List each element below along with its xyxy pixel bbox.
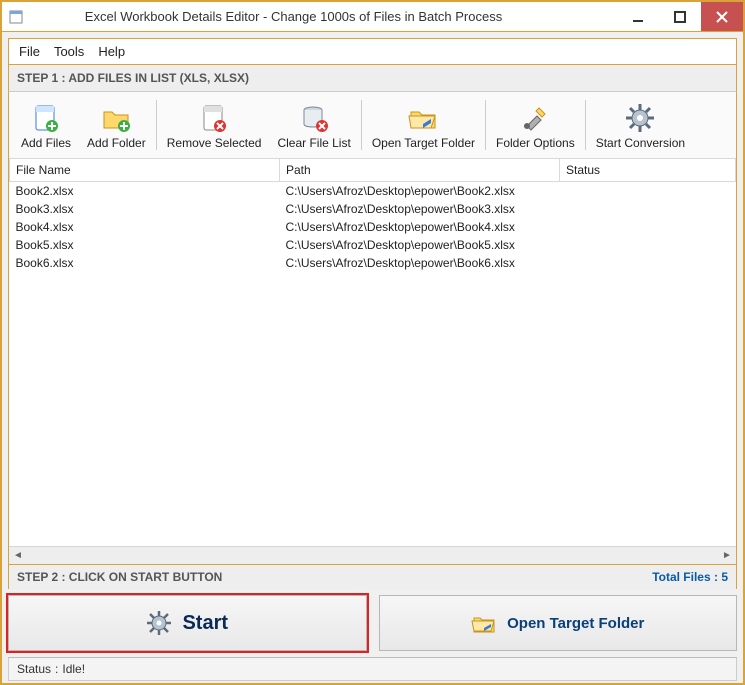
toolbar-label: Clear File List <box>277 136 350 150</box>
cell-path: C:\Users\Afroz\Desktop\epower\Book2.xlsx <box>280 182 560 201</box>
folder-open-icon <box>405 100 441 136</box>
cell-file_name: Book2.xlsx <box>10 182 280 201</box>
open-target-folder-big-button[interactable]: Open Target Folder <box>379 595 738 651</box>
cell-path: C:\Users\Afroz\Desktop\epower\Book5.xlsx <box>280 236 560 254</box>
cell-status <box>560 254 736 272</box>
clear-file-list-button[interactable]: Clear File List <box>269 96 358 154</box>
toolbar-separator <box>585 100 586 150</box>
total-files-label: Total Files : 5 <box>652 570 728 584</box>
tools-icon <box>517 100 553 136</box>
status-label: Status <box>17 662 51 676</box>
menu-help[interactable]: Help <box>98 44 125 59</box>
toolbar-label: Add Folder <box>87 136 146 150</box>
gear-icon <box>622 100 658 136</box>
table-row[interactable]: Book3.xlsxC:\Users\Afroz\Desktop\epower\… <box>10 200 736 218</box>
table-row[interactable]: Book4.xlsxC:\Users\Afroz\Desktop\epower\… <box>10 218 736 236</box>
horizontal-scrollbar[interactable]: ◄ ► <box>9 546 736 564</box>
folder-options-button[interactable]: Folder Options <box>488 96 583 154</box>
app-window: Excel Workbook Details Editor - Change 1… <box>0 0 745 685</box>
menu-tools[interactable]: Tools <box>54 44 84 59</box>
close-button[interactable] <box>701 2 743 31</box>
folder-open-icon <box>471 610 497 636</box>
minimize-button[interactable] <box>617 2 659 31</box>
cell-file_name: Book4.xlsx <box>10 218 280 236</box>
menu-file[interactable]: File <box>19 44 40 59</box>
file-grid[interactable]: File Name Path Status Book2.xlsxC:\Users… <box>9 158 736 546</box>
toolbar-label: Remove Selected <box>167 136 262 150</box>
window-title: Excel Workbook Details Editor - Change 1… <box>0 9 617 24</box>
menubar: File Tools Help <box>8 38 737 65</box>
cell-path: C:\Users\Afroz\Desktop\epower\Book6.xlsx <box>280 254 560 272</box>
clear-list-icon <box>296 100 332 136</box>
start-button[interactable]: Start <box>8 595 367 651</box>
status-value: Idle! <box>62 662 85 676</box>
start-conversion-button[interactable]: Start Conversion <box>588 96 693 154</box>
add-files-button[interactable]: Add Files <box>13 96 79 154</box>
col-file-name[interactable]: File Name <box>10 159 280 182</box>
toolbar-label: Start Conversion <box>596 136 685 150</box>
file-remove-icon <box>196 100 232 136</box>
open-target-folder-button[interactable]: Open Target Folder <box>364 96 483 154</box>
open-target-button-label: Open Target Folder <box>507 615 644 632</box>
window-controls <box>617 2 743 31</box>
table-row[interactable]: Book6.xlsxC:\Users\Afroz\Desktop\epower\… <box>10 254 736 272</box>
cell-path: C:\Users\Afroz\Desktop\epower\Book4.xlsx <box>280 218 560 236</box>
cell-file_name: Book3.xlsx <box>10 200 280 218</box>
titlebar: Excel Workbook Details Editor - Change 1… <box>2 2 743 32</box>
toolbar-separator <box>361 100 362 150</box>
toolbar: Add Files Add Folder Remove Selected Cle… <box>8 92 737 158</box>
table-row[interactable]: Book5.xlsxC:\Users\Afroz\Desktop\epower\… <box>10 236 736 254</box>
scroll-left-icon[interactable]: ◄ <box>9 547 27 564</box>
add-folder-button[interactable]: Add Folder <box>79 96 154 154</box>
file-add-icon <box>28 100 64 136</box>
toolbar-label: Folder Options <box>496 136 575 150</box>
cell-path: C:\Users\Afroz\Desktop\epower\Book3.xlsx <box>280 200 560 218</box>
step2-label: STEP 2 : CLICK ON START BUTTON <box>17 570 222 584</box>
statusbar: Status : Idle! <box>8 657 737 681</box>
toolbar-separator <box>485 100 486 150</box>
remove-selected-button[interactable]: Remove Selected <box>159 96 270 154</box>
folder-add-icon <box>98 100 134 136</box>
toolbar-label: Open Target Folder <box>372 136 475 150</box>
start-button-label: Start <box>182 612 228 635</box>
cell-status <box>560 236 736 254</box>
step2-row: STEP 2 : CLICK ON START BUTTON Total Fil… <box>8 565 737 589</box>
col-status[interactable]: Status <box>560 159 736 182</box>
cell-status <box>560 200 736 218</box>
status-sep: : <box>55 662 58 676</box>
bottom-button-row: Start Open Target Folder <box>8 595 737 651</box>
col-path[interactable]: Path <box>280 159 560 182</box>
cell-file_name: Book5.xlsx <box>10 236 280 254</box>
scroll-right-icon[interactable]: ► <box>718 547 736 564</box>
file-grid-container: File Name Path Status Book2.xlsxC:\Users… <box>8 158 737 565</box>
maximize-button[interactable] <box>659 2 701 31</box>
cell-file_name: Book6.xlsx <box>10 254 280 272</box>
table-header-row: File Name Path Status <box>10 159 736 182</box>
table-row[interactable]: Book2.xlsxC:\Users\Afroz\Desktop\epower\… <box>10 182 736 201</box>
step1-label: STEP 1 : ADD FILES IN LIST (XLS, XLSX) <box>8 65 737 92</box>
cell-status <box>560 182 736 201</box>
gear-icon <box>146 610 172 636</box>
toolbar-separator <box>156 100 157 150</box>
toolbar-label: Add Files <box>21 136 71 150</box>
cell-status <box>560 218 736 236</box>
